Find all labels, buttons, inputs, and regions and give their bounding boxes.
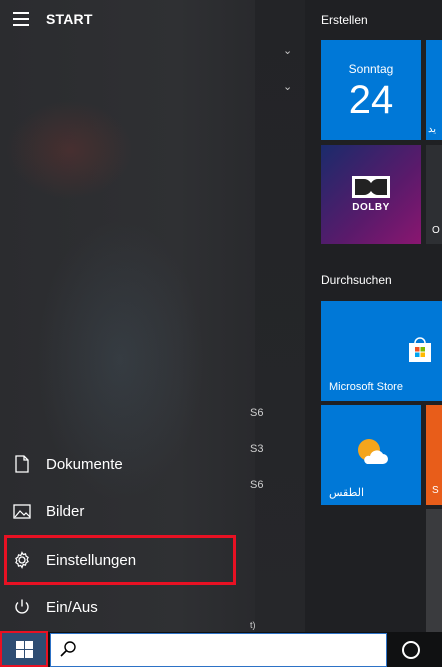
store-label: Microsoft Store [329,381,403,393]
store-bag-icon [409,337,431,362]
settings-highlight-box [4,535,236,585]
start-menu-screen: START ⌄ ⌄ S6 S3 S6 t) Dokumente Bilder E… [0,0,442,667]
weather-tile[interactable]: الطقس [321,405,421,505]
rail-item-pictures[interactable]: Bilder [0,488,255,534]
weather-label: الطقس [329,487,365,499]
rail-item-power[interactable]: Ein/Aus [0,584,255,630]
hamburger-menu-icon[interactable] [13,12,29,26]
app-list-item[interactable]: S6 [250,407,263,419]
rail-item-label: Ein/Aus [46,598,98,616]
start-button-highlight [0,631,48,667]
partial-tile[interactable]: يد [426,40,442,140]
partial-tile-label: S [432,485,439,496]
tile-group-label: Durchsuchen [321,273,392,287]
dolby-tile[interactable]: DOLBY [321,145,421,244]
calendar-day: Sonntag [348,62,394,76]
dolby-label: DOLBY [352,202,390,213]
calendar-tile[interactable]: Sonntag 24 [321,40,421,140]
tile-group-label: Erstellen [321,13,368,27]
partial-tile-label: O [432,225,440,236]
rail-item-label: Dokumente [46,455,123,473]
start-title: START [46,11,93,27]
document-icon [12,454,32,474]
rail-item-label: Bilder [46,502,85,520]
partial-tile[interactable]: O [426,145,442,244]
search-input[interactable] [50,633,387,667]
search-icon [60,641,76,657]
calendar-date: 24 [348,78,394,122]
microsoft-store-tile[interactable]: Microsoft Store [321,301,442,401]
pictures-icon [12,501,32,521]
partial-tile[interactable]: S [426,405,442,505]
partial-tile[interactable] [426,509,442,632]
partial-tile-label: يد [428,124,437,135]
cortana-icon[interactable] [400,639,422,661]
rail-item-documents[interactable]: Dokumente [0,441,255,487]
chevron-down-icon[interactable]: ⌄ [283,80,292,93]
dolby-icon [352,176,390,198]
chevron-down-icon[interactable]: ⌄ [283,44,292,57]
weather-sun-cloud-icon [358,439,388,464]
power-icon [12,597,32,617]
app-list [255,0,305,632]
